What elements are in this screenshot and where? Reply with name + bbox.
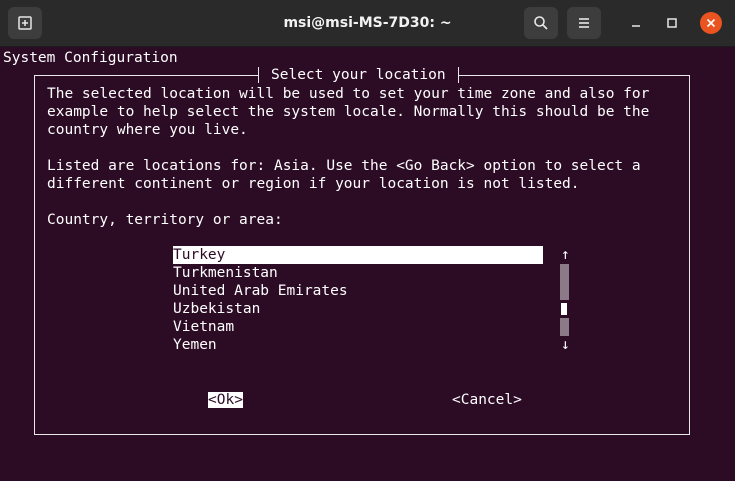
- ok-button-open: <: [208, 392, 217, 408]
- search-button[interactable]: [524, 7, 558, 39]
- title-bar: msi@msi-MS-7D30: ~: [0, 0, 735, 47]
- description-line: country where you live.: [47, 122, 248, 138]
- list-item-uzbekistan[interactable]: Uzbekistan: [173, 300, 543, 318]
- list-item-yemen[interactable]: Yemen: [173, 336, 543, 354]
- maximize-button[interactable]: [661, 12, 683, 34]
- description-line: The selected location will be used to se…: [47, 86, 650, 102]
- minimize-button[interactable]: [625, 12, 647, 34]
- description-line: Listed are locations for: Asia. Use the …: [47, 158, 641, 174]
- menu-button[interactable]: [567, 7, 601, 39]
- terminal-window: msi@msi-MS-7D30: ~ System Configuration …: [0, 0, 735, 481]
- new-tab-icon: [18, 16, 32, 30]
- list-item-united-arab-emirates[interactable]: United Arab Emirates: [173, 282, 543, 300]
- description-line: different continent or region if your lo…: [47, 176, 580, 192]
- terminal-content[interactable]: System Configuration Select your locatio…: [0, 46, 735, 481]
- scroll-down-arrow[interactable]: ↓: [561, 336, 570, 354]
- list-item-turkmenistan[interactable]: Turkmenistan: [173, 264, 543, 282]
- dialog-title: Select your location: [271, 67, 446, 83]
- close-icon: [706, 18, 716, 28]
- scroll-up-arrow[interactable]: ↑: [561, 246, 570, 264]
- dialog-title-container: Select your location: [258, 66, 459, 84]
- new-tab-button[interactable]: [8, 7, 42, 39]
- terminal-scrollbar[interactable]: [727, 46, 735, 481]
- list-item-vietnam[interactable]: Vietnam: [173, 318, 543, 336]
- scrollbar-thumb[interactable]: [561, 303, 567, 315]
- description-line: example to help select the system locale…: [47, 104, 650, 120]
- ok-button[interactable]: <Ok>: [208, 391, 243, 409]
- screen-header: System Configuration: [3, 50, 178, 66]
- hamburger-menu-icon: [579, 18, 589, 28]
- close-button[interactable]: [700, 12, 722, 34]
- search-icon: [534, 16, 548, 30]
- list-prompt: Country, territory or area:: [47, 212, 283, 228]
- minimize-icon: [632, 25, 640, 27]
- maximize-icon: [667, 18, 677, 28]
- list-item-turkey[interactable]: Turkey: [173, 246, 543, 264]
- country-list[interactable]: Turkey Turkmenistan United Arab Emirates…: [173, 246, 543, 354]
- list-scrollbar[interactable]: [560, 264, 569, 336]
- ok-button-rest: k>: [225, 392, 243, 408]
- cancel-button[interactable]: <Cancel>: [452, 391, 522, 409]
